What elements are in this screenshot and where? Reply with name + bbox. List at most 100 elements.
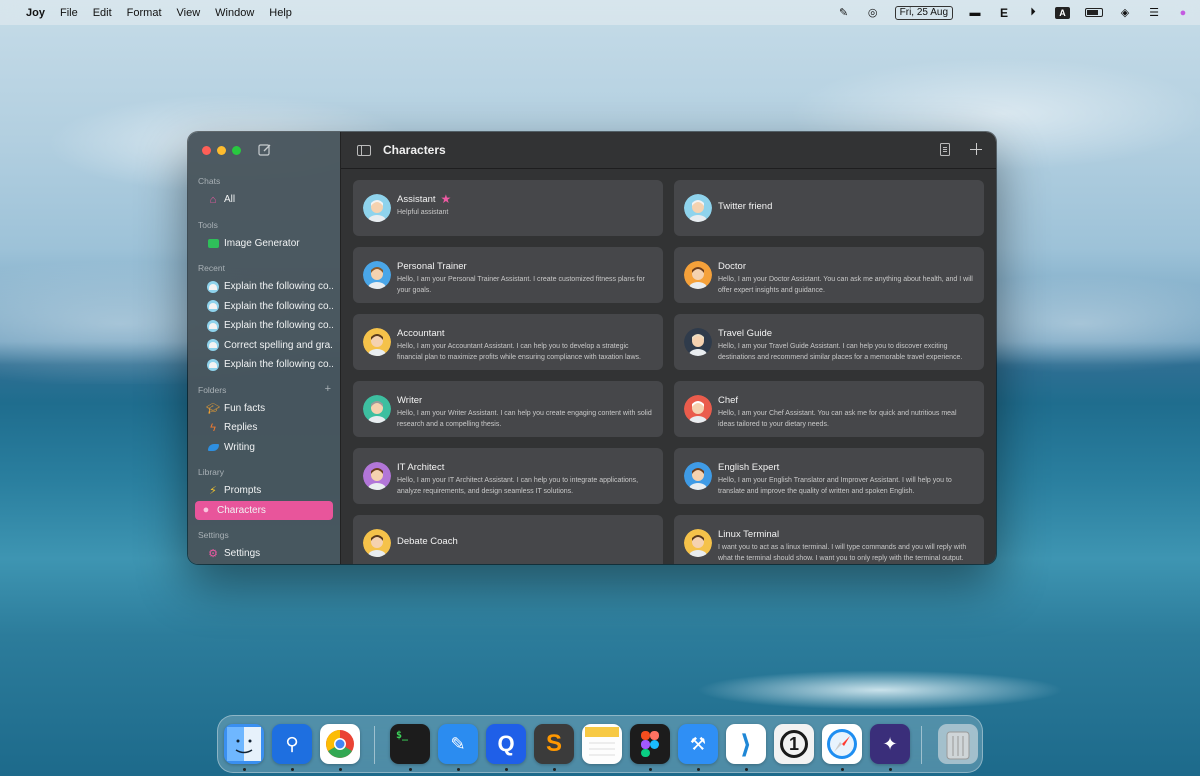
character-name: Travel Guide (718, 328, 772, 339)
sidebar-toggle-icon[interactable] (357, 144, 371, 156)
dock-app-safari-icon[interactable] (822, 724, 862, 764)
character-card[interactable]: Assistant ★ Helpful assistant (353, 180, 663, 236)
character-card[interactable]: Writer Hello, I am your Writer Assistant… (353, 381, 663, 437)
character-name-text: English Expert (718, 462, 780, 473)
keyboard-icon[interactable]: ▬ (968, 6, 982, 20)
dock-app-terminal-icon[interactable]: $_ (390, 724, 430, 764)
graduation-cap-icon: 🎓︎ (206, 402, 220, 415)
recent-chat-item[interactable]: Explain the following co... (195, 355, 333, 375)
dock-running-indicator (841, 768, 844, 771)
dock-app-xcode-builder-icon[interactable]: ✎ (438, 724, 478, 764)
input-source-icon[interactable]: A (1055, 6, 1070, 19)
dock-app-figma-icon[interactable] (630, 724, 670, 764)
character-name: Twitter friend (718, 201, 772, 212)
dock-app-vscode-icon[interactable]: ⟩ (726, 724, 766, 764)
library-book-icon[interactable] (940, 143, 950, 156)
feather-icon[interactable]: ✎ (837, 6, 851, 20)
app-menu[interactable]: Joy (26, 7, 45, 19)
dock-app-trash-icon[interactable] (938, 724, 978, 764)
battery-icon[interactable] (1085, 8, 1103, 17)
bolt-icon: ϟ (210, 421, 216, 434)
dock-running-indicator (889, 768, 892, 771)
sidebar-item-all[interactable]: ⌂ All (195, 190, 333, 210)
section-folders: Folders + (188, 383, 340, 396)
dock-app-1password-icon[interactable]: 1 (774, 724, 814, 764)
add-character-icon[interactable] (970, 143, 982, 155)
character-name: Doctor (718, 261, 746, 272)
sidebar-item-characters[interactable]: ● Characters (195, 500, 333, 520)
dock-app-xcode-icon[interactable]: ⚒ (678, 724, 718, 764)
favorite-star-icon[interactable]: ★ (441, 193, 452, 205)
character-description: Hello, I am your Chef Assistant. You can… (718, 410, 957, 428)
character-name: Debate Coach (397, 536, 458, 547)
character-card[interactable]: Doctor Hello, I am your Doctor Assistant… (674, 247, 984, 303)
assistant-avatar-icon (207, 300, 219, 313)
layers-icon[interactable]: ◈ (1118, 6, 1132, 20)
dock-app-pixelmator-icon[interactable]: ✦ (870, 724, 910, 764)
sidebar-item-prompts[interactable]: ⚡︎ Prompts (195, 481, 333, 501)
headphones-icon[interactable]: ◎ (866, 6, 880, 20)
character-card[interactable]: Personal Trainer Hello, I am your Person… (353, 247, 663, 303)
character-card[interactable]: Accountant Hello, I am your Accountant A… (353, 314, 663, 370)
menu-window[interactable]: Window (215, 7, 254, 19)
sidebar-item-image-generator[interactable]: Image Generator (195, 234, 333, 254)
section-folders-label: Folders (198, 384, 227, 395)
sidebar-item-settings[interactable]: ⚙ Settings (195, 544, 333, 564)
character-name: Accountant (397, 328, 445, 339)
date-display[interactable]: Fri, 25 Aug (894, 5, 953, 20)
character-card[interactable]: Travel Guide Hello, I am your Travel Gui… (674, 314, 984, 370)
dock-separator (921, 726, 922, 764)
menubar: Joy File Edit Format View Window Help ✎ … (0, 0, 1200, 25)
menu-file[interactable]: File (60, 7, 78, 19)
character-description: Hello, I am your IT Architect Assistant.… (397, 477, 639, 495)
character-name: Writer (397, 395, 422, 406)
menu-format[interactable]: Format (127, 7, 162, 19)
character-avatar (684, 328, 712, 356)
traffic-lights (202, 146, 241, 155)
control-center-icon[interactable]: ☰ (1147, 6, 1161, 20)
sidebar-item-label: Prompts (224, 485, 262, 497)
folder-label: Fun facts (224, 402, 266, 414)
character-name: Assistant ★ (397, 193, 452, 205)
menu-edit[interactable]: Edit (93, 7, 112, 19)
folder-item-replies[interactable]: ϟ Replies (195, 418, 333, 438)
recent-chat-item[interactable]: Explain the following co... (195, 277, 333, 297)
dock-app-finder-icon[interactable] (224, 724, 264, 764)
minimize-button[interactable] (217, 146, 226, 155)
page-title: Characters (383, 143, 446, 157)
character-name: English Expert (718, 462, 779, 473)
characters-grid: Assistant ★ Helpful assistant Twitter fr… (353, 180, 984, 564)
recent-chat-item[interactable]: Explain the following co... (195, 297, 333, 317)
character-name-text: Doctor (718, 261, 746, 272)
recent-chat-item[interactable]: Explain the following co... (195, 316, 333, 336)
character-card[interactable]: Linux Terminal I want you to act as a li… (674, 515, 984, 564)
new-chat-icon[interactable] (258, 143, 272, 157)
dock-app-proxyman-icon[interactable]: Q (486, 724, 526, 764)
e-status-icon[interactable]: E (997, 6, 1011, 20)
add-folder-icon[interactable]: + (325, 383, 331, 395)
dock-app-notes-icon[interactable] (582, 724, 622, 764)
character-card[interactable]: Debate Coach (353, 515, 663, 564)
recent-chat-item[interactable]: Correct spelling and gra... (195, 336, 333, 356)
character-card[interactable]: Twitter friend (674, 180, 984, 236)
app-window: Chats ⌂ All Tools Image Generator Recent… (188, 132, 996, 564)
character-card[interactable]: Chef Hello, I am your Chef Assistant. Yo… (674, 381, 984, 437)
folder-item-fun-facts[interactable]: 🎓︎ Fun facts (195, 399, 333, 419)
dock-app-chrome-icon[interactable] (320, 724, 360, 764)
character-card[interactable]: IT Architect Hello, I am your IT Archite… (353, 448, 663, 504)
close-button[interactable] (202, 146, 211, 155)
recent-chat-label: Correct spelling and gra... (224, 339, 333, 351)
menu-help[interactable]: Help (269, 7, 292, 19)
folder-item-writing[interactable]: Writing (195, 438, 333, 458)
character-name-text: Assistant (397, 194, 436, 205)
dock-app-sublime-text-icon[interactable]: S (534, 724, 574, 764)
zoom-button[interactable] (232, 146, 241, 155)
character-card[interactable]: English Expert Hello, I am your English … (674, 448, 984, 504)
gear-icon: ⚙ (208, 548, 218, 561)
recent-chat-label: Explain the following co... (224, 281, 333, 293)
siri-icon[interactable]: ● (1176, 6, 1190, 20)
menu-view[interactable]: View (177, 7, 201, 19)
play-icon[interactable]: ⏵ (1026, 6, 1040, 20)
dock-app-maps-pin-app-icon[interactable]: ⚲ (272, 724, 312, 764)
dock-running-indicator (457, 768, 460, 771)
